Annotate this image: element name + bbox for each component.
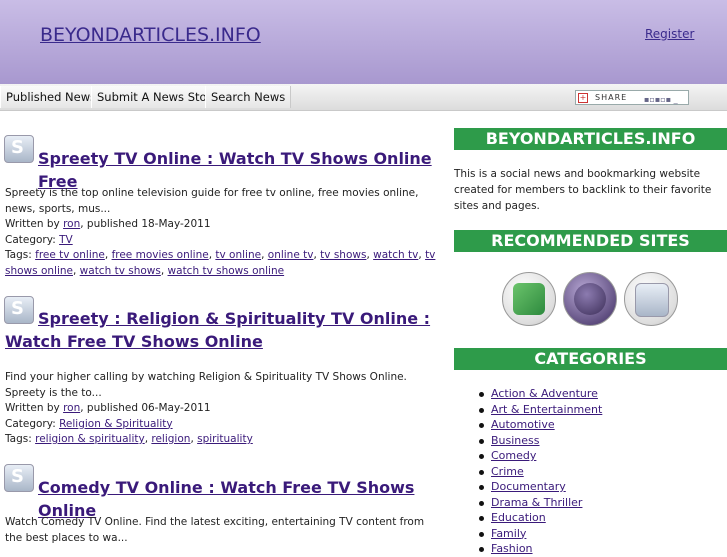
sphere-icon <box>574 283 606 315</box>
category-link[interactable]: TV <box>59 234 73 246</box>
sidebar-site-heading: BEYONDARTICLES.INFO <box>454 128 727 150</box>
post-tags: Tags: free tv online, free movies online… <box>5 249 436 277</box>
post-category: Category: Religion & Spirituality <box>5 417 437 433</box>
category-item[interactable]: Family <box>478 526 602 542</box>
category-item[interactable]: Crime <box>478 464 602 480</box>
post-title-2[interactable]: Spreety : Religion & Spirituality TV Onl… <box>5 307 435 353</box>
written-label: Written by <box>5 218 64 230</box>
tv-icon <box>635 283 669 317</box>
nav-published-news[interactable]: Published News <box>0 86 103 108</box>
post-tags: Tags: religion & spirituality, religion,… <box>5 433 253 445</box>
written-label: Written by <box>5 402 64 414</box>
category-label: Category: <box>5 233 60 246</box>
tag-link[interactable]: watch tv shows <box>80 265 161 277</box>
nav-search-news[interactable]: Search News <box>205 86 292 108</box>
category-item[interactable]: Action & Adventure <box>478 386 602 402</box>
published-date: , published 06-May-2011 <box>80 402 211 414</box>
category-item[interactable]: Fashion <box>478 541 602 557</box>
post-meta: Written by ron, published 18-May-2011 <box>5 217 437 233</box>
published-date: , published 18-May-2011 <box>80 218 211 230</box>
tag-link[interactable]: online tv <box>268 249 314 261</box>
category-item[interactable]: Art & Entertainment <box>478 402 602 418</box>
post-body-1: Spreety is the top online television gui… <box>5 186 437 279</box>
spreety-icon <box>4 464 34 492</box>
recommended-site-2[interactable] <box>563 272 617 326</box>
category-list: Action & Adventure Art & Entertainment A… <box>478 386 602 557</box>
tag-link[interactable]: tv online <box>215 249 261 261</box>
post-body-2: Find your higher calling by watching Rel… <box>5 370 437 448</box>
author-link[interactable]: ron <box>63 402 80 414</box>
recommended-site-3[interactable] <box>624 272 678 326</box>
post-excerpt: Find your higher calling by watching Rel… <box>5 371 407 399</box>
tag-link[interactable]: spirituality <box>197 433 253 445</box>
category-item[interactable]: Business <box>478 433 602 449</box>
register-link[interactable]: Register <box>645 27 694 41</box>
social-icons: ▪▫▪▫▪ _ <box>644 95 678 104</box>
category-link[interactable]: Religion & Spirituality <box>59 418 173 430</box>
site-header: BEYONDARTICLES.INFO Register <box>0 0 727 84</box>
tag-link[interactable]: watch tv <box>373 249 418 261</box>
spreety-icon <box>4 135 34 163</box>
tag-link[interactable]: free movies online <box>112 249 209 261</box>
recommended-site-1[interactable] <box>502 272 556 326</box>
post-excerpt: Watch Comedy TV Online. Find the latest … <box>5 516 425 544</box>
share-button[interactable]: + SHARE ▪▫▪▫▪ _ <box>575 90 689 105</box>
post-excerpt: Spreety is the top online television gui… <box>5 187 419 215</box>
site-description: This is a social news and bookmarking we… <box>454 168 712 212</box>
tags-label: Tags: <box>5 249 36 261</box>
tags-label: Tags: <box>5 433 36 445</box>
category-item[interactable]: Documentary <box>478 479 602 495</box>
share-label: SHARE <box>595 93 628 102</box>
category-item[interactable]: Comedy <box>478 448 602 464</box>
tag-link[interactable]: tv shows <box>320 249 366 261</box>
plus-icon: + <box>578 93 588 103</box>
category-item[interactable]: Drama & Thriller <box>478 495 602 511</box>
category-label: Category: <box>5 417 60 430</box>
tag-link[interactable]: religion <box>151 433 190 445</box>
post-body-3: Watch Comedy TV Online. Find the latest … <box>5 515 437 546</box>
post-meta: Written by ron, published 06-May-2011 <box>5 401 437 417</box>
author-link[interactable]: ron <box>63 218 80 230</box>
tag-link[interactable]: free tv online <box>35 249 105 261</box>
recommended-heading: RECOMMENDED SITES <box>454 230 727 252</box>
tag-link[interactable]: religion & spirituality <box>35 433 145 445</box>
categories-heading: CATEGORIES <box>454 348 727 370</box>
cards-icon <box>513 283 545 315</box>
category-item[interactable]: Education <box>478 510 602 526</box>
site-title-link[interactable]: BEYONDARTICLES.INFO <box>40 24 261 46</box>
category-item[interactable]: Automotive <box>478 417 602 433</box>
post-category: Category: TV <box>5 233 437 249</box>
tag-link[interactable]: watch tv shows online <box>168 265 285 277</box>
